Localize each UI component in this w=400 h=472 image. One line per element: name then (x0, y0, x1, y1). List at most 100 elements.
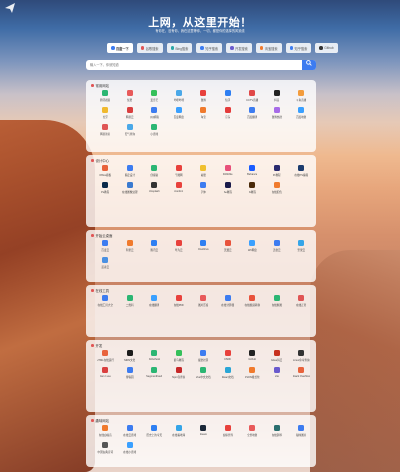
site-link[interactable]: 坚果云 (289, 240, 314, 253)
site-link[interactable]: 在线正则 (289, 295, 314, 308)
site-link[interactable]: 淘宝 (191, 107, 216, 120)
site-link[interactable]: 天气查询 (118, 124, 143, 137)
site-link[interactable]: 百度云 (93, 240, 118, 253)
site-link[interactable]: 天翼云 (216, 240, 241, 253)
site-link[interactable]: 中国古典诗词 (93, 442, 118, 455)
site-label: 在线正则 (296, 303, 307, 307)
site-link[interactable]: Ps教程 (93, 182, 118, 195)
site-link[interactable]: 知乎 (216, 90, 241, 103)
site-link[interactable]: Steam (191, 425, 216, 438)
search-engine-tab[interactable]: 知乎搜索 (285, 43, 312, 53)
search-engine-tab[interactable]: 知乎搜索 (196, 43, 223, 53)
site-link[interactable]: 网易云 (118, 107, 143, 120)
site-link[interactable]: 猫咪图片 (289, 425, 314, 438)
site-link[interactable]: W3school (142, 350, 167, 363)
site-link[interactable]: 在线白噪音 (93, 425, 118, 438)
site-link[interactable]: iconfont (167, 182, 192, 195)
site-link[interactable]: 字体 (191, 182, 216, 195)
site-link[interactable]: SegmentFault (142, 367, 167, 380)
site-link[interactable]: 菜鸟教程 (167, 350, 192, 363)
site-link[interactable]: 博客园 (118, 367, 143, 380)
site-link[interactable]: 微博 (191, 90, 216, 103)
site-link[interactable]: 哔哩哔哩 (167, 90, 192, 103)
site-link[interactable]: 稿定设计 (118, 165, 143, 178)
site-link[interactable]: 京东 (216, 107, 241, 120)
site-link[interactable]: React文档 (216, 367, 241, 380)
site-link[interactable]: 虎牙 (93, 107, 118, 120)
site-link[interactable]: Dribbble (216, 165, 241, 178)
site-link[interactable]: 爱奇艺 (142, 90, 167, 103)
search-button[interactable] (302, 60, 316, 70)
site-link[interactable]: Github (240, 350, 265, 363)
search-engine-tab[interactable]: 开发搜索 (226, 43, 252, 53)
site-link[interactable]: 在线抠图 (265, 295, 290, 308)
site-icon (224, 425, 231, 431)
site-link[interactable]: QQ邮箱 (142, 107, 167, 120)
site-link[interactable]: 优酷 (118, 90, 143, 103)
site-link[interactable]: 百度网盘 (167, 107, 192, 120)
site-link[interactable]: MDN文档 (118, 350, 143, 363)
site-link[interactable]: CSDN (216, 350, 241, 363)
search-engine-tab[interactable]: Bing搜索 (166, 43, 193, 53)
site-link[interactable]: 网易新闻 (93, 124, 118, 137)
site-link[interactable]: 二维码 (118, 295, 143, 308)
site-link[interactable]: 在线视频转换 (240, 295, 265, 308)
site-link[interactable]: Stack Overflow (289, 367, 314, 380)
site-link[interactable]: Pr教程 (265, 165, 290, 178)
site-link[interactable]: 在线工具大全 (93, 295, 118, 308)
site-link[interactable]: Behance (240, 165, 265, 178)
search-engine-tab[interactable]: 淘宝搜索 (255, 43, 282, 53)
site-link[interactable]: 腾讯视频 (93, 90, 118, 103)
site-link[interactable]: 腾讯云 (142, 240, 167, 253)
site-link[interactable]: Npm包查询 (167, 367, 192, 380)
site-link[interactable]: 微博热搜 (265, 107, 290, 120)
search-engine-tab[interactable]: 百度一下 (107, 43, 133, 53)
site-link[interactable]: 华为云 (167, 240, 192, 253)
site-link[interactable]: 在线PS编辑 (289, 165, 314, 178)
site-link[interactable]: 掘金社区 (191, 350, 216, 363)
search-input[interactable] (86, 60, 302, 70)
site-link[interactable]: 百度翻译 (240, 107, 265, 120)
site-link[interactable]: CCTV直播 (240, 90, 265, 103)
site-link[interactable]: 在线图像处理 (118, 182, 143, 195)
site-link[interactable]: 小游戏 (142, 124, 167, 137)
search-engine-tab[interactable]: 谷歌搜索 (136, 43, 163, 53)
site-link[interactable]: 115网盘 (240, 240, 265, 253)
site-link[interactable]: Can I use (93, 367, 118, 380)
site-link[interactable]: 斗鱼直播 (289, 90, 314, 103)
site-link[interactable]: 创客贴 (142, 165, 167, 178)
site-link[interactable]: 抖音 (265, 90, 290, 103)
site-link[interactable]: JSON格式化 (240, 367, 265, 380)
site-link[interactable]: 在线钢琴 (265, 425, 290, 438)
site-link[interactable]: 在线翻译 (142, 295, 167, 308)
site-link[interactable]: 在线云游戏 (118, 425, 143, 438)
site-link[interactable]: Linux命令查询 (289, 350, 314, 363)
paper-plane-icon[interactable] (4, 2, 16, 14)
site-link[interactable]: 在线配色 (265, 182, 290, 195)
site-link[interactable]: Unsplash (142, 182, 167, 195)
site-link[interactable]: 全景地图 (240, 425, 265, 438)
site-link[interactable]: 在线小游戏 (118, 442, 143, 455)
site-link[interactable]: 在线看地球 (167, 425, 192, 438)
site-link[interactable]: 在线计算器 (216, 295, 241, 308)
search-engine-tab[interactable]: Github (315, 43, 338, 53)
site-link[interactable]: 蓝奏云 (93, 257, 118, 270)
site-link[interactable]: Office模板 (93, 165, 118, 178)
site-link[interactable]: Ai教程 (240, 182, 265, 195)
site-link[interactable]: 在线PDF (167, 295, 192, 308)
site-link[interactable]: HTML在线运行 (93, 350, 118, 363)
site-link[interactable]: OneDrive (191, 240, 216, 253)
site-link[interactable]: Vite (265, 367, 290, 380)
site-link[interactable]: 百度地图 (289, 107, 314, 120)
site-icon (273, 107, 280, 113)
site-link[interactable]: 历史上的今天 (142, 425, 167, 438)
site-link[interactable]: Gitee码云 (265, 350, 290, 363)
site-link[interactable]: 迅雷云 (265, 240, 290, 253)
site-link[interactable]: 千图网 (167, 165, 192, 178)
site-link[interactable]: 图片压缩 (191, 295, 216, 308)
site-link[interactable]: 虚拟世界 (216, 425, 241, 438)
site-link[interactable]: 阿里云 (118, 240, 143, 253)
site-link[interactable]: Vue中文文档 (191, 367, 216, 380)
site-link[interactable]: Ae教程 (216, 182, 241, 195)
site-link[interactable]: 站酷 (191, 165, 216, 178)
